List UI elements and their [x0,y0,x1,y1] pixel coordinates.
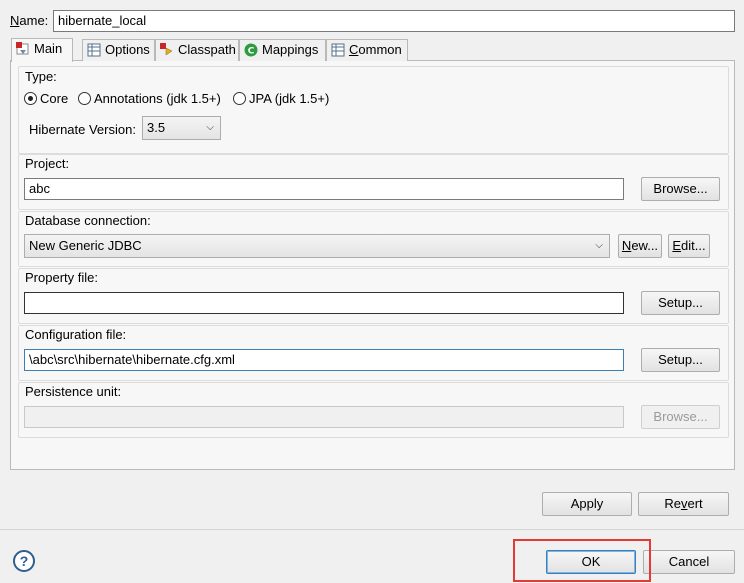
tab-options[interactable]: Options [82,39,155,61]
type-label: Type: [25,69,57,84]
revert-button[interactable]: Revert [638,492,729,516]
tab-main-label: Main [34,41,63,56]
db-connection-label: Database connection: [25,213,151,228]
jpa-radio[interactable] [233,92,246,105]
persistence-unit-browse-button[interactable]: Browse... [641,405,720,429]
svg-text:C: C [248,47,255,57]
annotations-radio[interactable] [78,92,91,105]
cancel-button[interactable]: Cancel [643,550,735,574]
project-label: Project: [25,156,70,171]
chevron-down-icon: ⌵ [206,122,214,133]
table-icon [87,43,101,57]
persistence-unit-input[interactable] [24,406,624,428]
hibernate-version-select[interactable]: 3.5 ⌵ [142,116,221,140]
tab-mappings-label: Mappings [262,42,319,57]
tab-classpath[interactable]: Classpath [155,39,239,61]
name-input[interactable]: hibernate_local [53,10,735,32]
tab-mappings[interactable]: C Mappings [239,39,326,61]
hibernate-version-label: Hibernate Version: [29,122,136,137]
table-icon [331,43,345,57]
property-file-setup-button[interactable]: Setup... [641,291,720,315]
property-file-label: Property file: [25,270,98,285]
apply-button[interactable]: Apply [542,492,632,516]
tab-common[interactable]: Common [326,39,408,61]
jpa-radio-label: JPA (jdk 1.5+) [249,91,330,106]
name-label: Name: [10,13,49,28]
annotations-radio-label: Annotations (jdk 1.5+) [94,91,221,106]
db-edit-button[interactable]: Edit... [668,234,710,258]
core-radio-label: Core [40,91,69,106]
help-icon[interactable]: ? [13,550,35,572]
db-connection-value: New Generic JDBC [29,238,142,253]
db-connection-select[interactable]: New Generic JDBC ⌵ [24,234,610,258]
project-input[interactable]: abc [24,178,624,200]
chevron-down-icon: ⌵ [595,240,603,251]
highlight-box [513,539,651,582]
hibernate-main-icon [16,42,29,55]
divider [0,529,744,530]
help-glyph: ? [19,553,29,569]
classpath-icon [160,43,173,56]
mappings-c-icon: C [244,43,258,57]
tab-common-label: Common [349,42,402,57]
db-new-button[interactable]: New... [618,234,662,258]
config-file-input[interactable]: \abc\src\hibernate\hibernate.cfg.xml [24,349,624,371]
property-file-input[interactable] [24,292,624,314]
config-file-setup-button[interactable]: Setup... [641,348,720,372]
tab-classpath-label: Classpath [178,42,236,57]
config-file-label: Configuration file: [25,327,127,342]
project-browse-button[interactable]: Browse... [641,177,720,201]
persistence-unit-label: Persistence unit: [25,384,122,399]
tab-options-label: Options [105,42,150,57]
core-radio[interactable] [24,92,37,105]
type-group [18,66,729,154]
tab-main[interactable]: Main [11,38,73,62]
hibernate-version-value: 3.5 [147,120,166,135]
